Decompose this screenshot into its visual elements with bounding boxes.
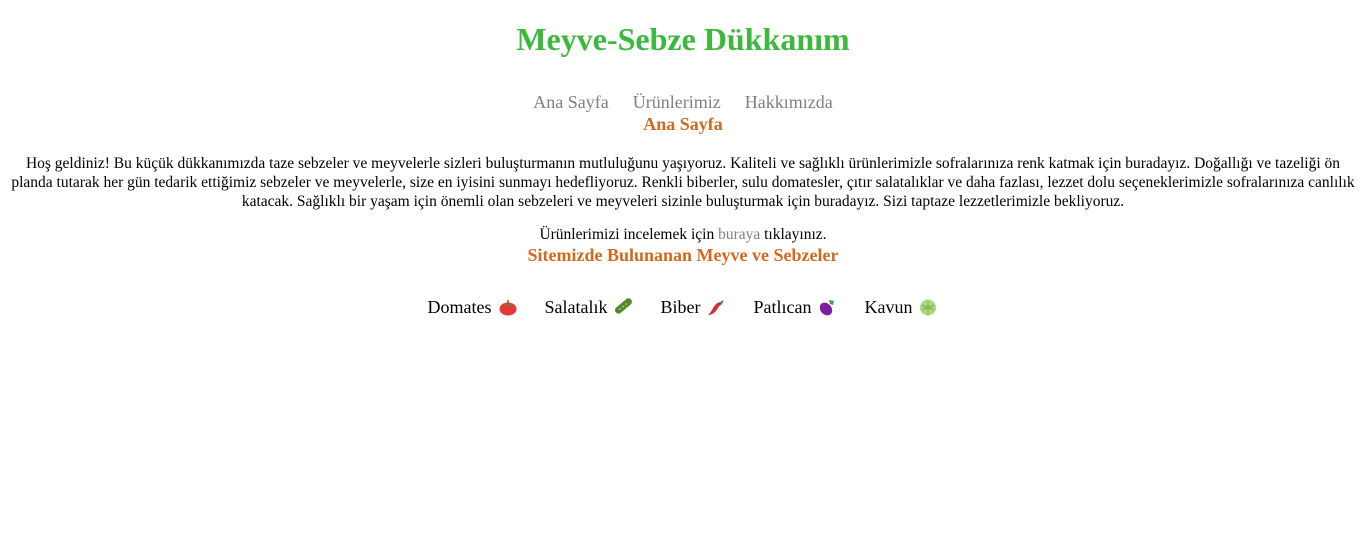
cucumber-icon (613, 297, 633, 317)
cta-paragraph: Ürünlerimizi incelemek için buraya tıkla… (0, 225, 1366, 244)
tomato-icon (498, 297, 518, 317)
hot-pepper-icon (706, 297, 726, 317)
product-name: Salatalık (544, 297, 608, 317)
site-title: Meyve-Sebze Dükkanım (516, 21, 850, 57)
product-item-melon: Kavun (864, 296, 938, 318)
cta-text-after: tıklayınız. (760, 226, 827, 243)
product-item-cucumber: Salatalık (545, 296, 634, 318)
nav-link-home[interactable]: Ana Sayfa (533, 91, 608, 113)
main-nav: Ana Sayfa Ürünlerimiz Hakkımızda (0, 91, 1366, 113)
product-name: Biber (660, 297, 701, 317)
page: Meyve-Sebze Dükkanım Ana Sayfa Ürünlerim… (0, 0, 1366, 542)
product-item-eggplant: Patlıcan (753, 296, 837, 318)
nav-link-about[interactable]: Hakkımızda (745, 91, 833, 113)
intro-paragraph: Hoş geldiniz! Bu küçük dükkanımızda taze… (11, 155, 1355, 210)
product-name: Patlıcan (753, 297, 812, 317)
product-list: Domates Salatalık Biber Patlıcan Kavun (0, 296, 1366, 318)
home-heading: Ana Sayfa (643, 114, 723, 134)
product-name: Domates (427, 297, 492, 317)
products-heading: Sitemizde Bulunanan Meyve ve Sebzeler (527, 245, 839, 265)
melon-icon (918, 297, 938, 317)
product-name: Kavun (864, 297, 913, 317)
eggplant-icon (817, 297, 837, 317)
nav-link-products[interactable]: Ürünlerimiz (633, 91, 721, 113)
cta-text-before: Ürünlerimizi incelemek için (539, 226, 719, 243)
product-item-tomato: Domates (428, 296, 518, 318)
product-item-pepper: Biber (660, 296, 726, 318)
products-link[interactable]: buraya (718, 226, 760, 243)
